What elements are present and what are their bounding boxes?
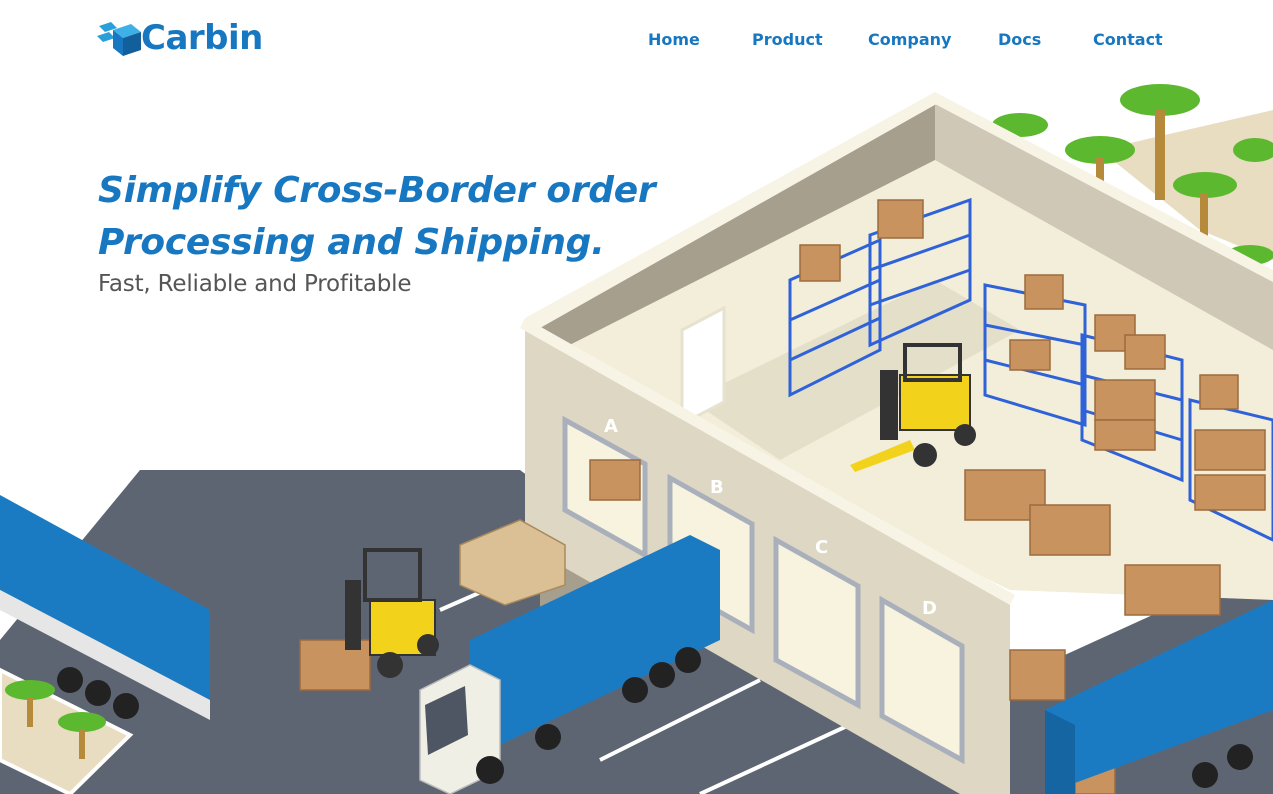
svg-text:C: C — [815, 537, 828, 558]
main-nav: Home Product Company Docs Contact — [620, 30, 1180, 54]
hero-title-line2: Processing and Shipping. — [98, 222, 605, 263]
nav-product[interactable]: Product — [752, 30, 823, 49]
nav-home[interactable]: Home — [648, 30, 700, 49]
warehouse-illustration: A B C D — [0, 84, 1273, 794]
hero-section: Simplify Cross-Border order Processing a… — [98, 165, 656, 297]
svg-text:A: A — [604, 416, 618, 437]
svg-text:D: D — [922, 598, 937, 619]
hero-subtitle: Fast, Reliable and Profitable — [98, 271, 412, 297]
nav-contact[interactable]: Contact — [1093, 30, 1163, 49]
nav-docs[interactable]: Docs — [998, 30, 1041, 49]
hero-title-line1: Simplify Cross-Border order — [98, 170, 656, 211]
nav-company[interactable]: Company — [868, 30, 951, 49]
brand-logo[interactable]: Carbin — [97, 18, 263, 58]
svg-text:B: B — [710, 477, 724, 498]
box-logo-icon — [97, 22, 141, 56]
brand-name: Carbin — [141, 18, 263, 58]
back-door — [680, 305, 726, 427]
hero-title: Simplify Cross-Border order Processing a… — [98, 165, 656, 269]
